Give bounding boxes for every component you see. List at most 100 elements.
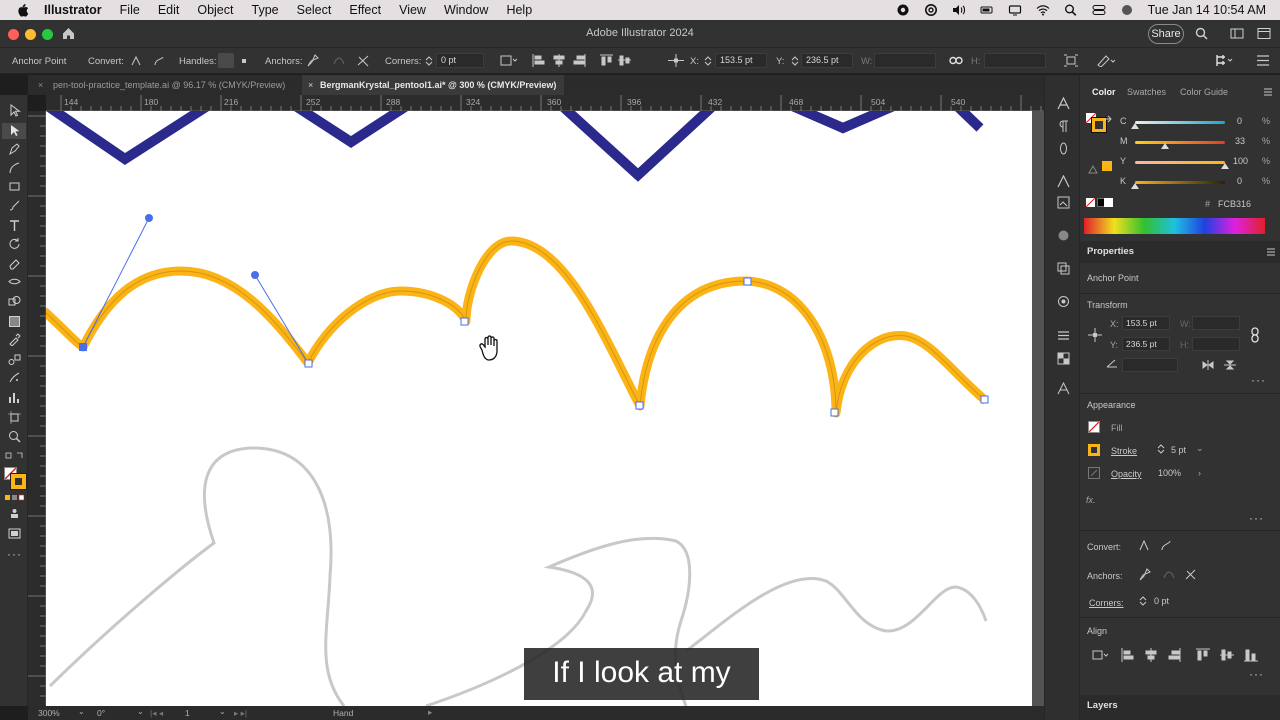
reference-point-icon[interactable]	[668, 54, 684, 67]
slider-thumb[interactable]	[1131, 183, 1139, 189]
direction-handle[interactable]	[251, 271, 259, 279]
glyphs-panel-icon[interactable]	[1057, 175, 1070, 188]
image-trace-icon[interactable]	[1057, 196, 1070, 209]
artboard-number[interactable]: 1	[185, 708, 190, 718]
battery-icon[interactable]	[980, 4, 994, 16]
yellow-value[interactable]: 100	[1233, 156, 1248, 166]
stroke-weight-value[interactable]: 5 pt	[1171, 445, 1186, 455]
fill-swatch[interactable]	[1088, 421, 1100, 433]
opacity-value[interactable]: 100%	[1158, 468, 1181, 478]
hide-handles-icon[interactable]	[238, 55, 250, 67]
apple-icon[interactable]	[16, 3, 30, 17]
align-buttons[interactable]	[1092, 648, 1268, 662]
anchor-point[interactable]	[980, 395, 989, 404]
menu-edit[interactable]: Edit	[158, 3, 180, 17]
magenta-value[interactable]: 33	[1235, 136, 1245, 146]
anchor-point[interactable]	[743, 277, 752, 286]
blend-tool-icon[interactable]	[8, 353, 21, 366]
more-options-icon[interactable]: ···	[1249, 511, 1264, 525]
status-menu-icon[interactable]: ▸	[428, 707, 432, 718]
show-handles-button[interactable]	[218, 53, 234, 68]
rotate-angle-icon[interactable]	[1106, 358, 1118, 368]
swap-fill-stroke-icon[interactable]	[5, 451, 24, 461]
slider-thumb[interactable]	[1161, 143, 1169, 149]
panel-menu-icon[interactable]	[1266, 247, 1276, 257]
rectangle-tool-icon[interactable]	[8, 180, 21, 193]
layers-panel-header[interactable]: Layers	[1080, 695, 1280, 720]
stroke-dropdown-icon[interactable]: ⌄	[1196, 443, 1204, 454]
y-stepper-icon[interactable]	[791, 55, 799, 67]
selected-anchor-point[interactable]	[79, 343, 87, 351]
anchor-point[interactable]	[830, 408, 839, 417]
search-icon[interactable]	[1064, 4, 1078, 16]
swap-icon[interactable]	[1102, 115, 1112, 123]
tab-practice-template[interactable]: × pen-tool-practice_template.ai @ 96.17 …	[28, 75, 302, 95]
corners-value[interactable]: 0 pt	[1154, 596, 1169, 606]
symbol-sprayer-icon[interactable]	[8, 371, 21, 384]
color-mode-icons[interactable]	[5, 494, 24, 502]
opentype-panel-icon[interactable]	[1057, 142, 1070, 155]
closest-color-swatch[interactable]	[1102, 161, 1112, 171]
x-field[interactable]: 153.5 pt	[1122, 316, 1170, 330]
anchor-point[interactable]	[460, 317, 469, 326]
black-value[interactable]: 0	[1237, 176, 1242, 186]
convert-corner-icon[interactable]	[1138, 539, 1150, 551]
zoom-level[interactable]: 300%	[38, 708, 60, 718]
cyan-value[interactable]: 0	[1237, 116, 1242, 126]
tab-color-guide[interactable]: Color Guide	[1180, 87, 1228, 97]
share-button[interactable]: Share	[1148, 24, 1184, 44]
menu-app-name[interactable]: Illustrator	[44, 3, 102, 17]
anchor-point[interactable]	[304, 359, 313, 368]
isolate-icon[interactable]	[1064, 54, 1078, 67]
orange-scalloped-path[interactable]	[46, 236, 989, 418]
black-slider[interactable]	[1135, 181, 1225, 184]
corners-stepper-icon[interactable]	[425, 55, 433, 67]
first-artboard-icon[interactable]: |◂ ◂	[150, 708, 163, 719]
x-field[interactable]: 153.5 pt	[715, 53, 767, 68]
transparency-panel-icon[interactable]	[1057, 352, 1070, 365]
gradient-tool-icon[interactable]	[8, 315, 21, 328]
cut-path-icon[interactable]	[1184, 568, 1197, 581]
menu-object[interactable]: Object	[197, 3, 233, 17]
menu-view[interactable]: View	[399, 3, 426, 17]
remove-anchor-icon[interactable]	[306, 54, 320, 67]
control-center-icon[interactable]	[1092, 4, 1106, 16]
stroke-swatch[interactable]	[10, 473, 27, 490]
next-artboard-icon[interactable]: ▸ ▸|	[234, 708, 247, 719]
rotate-tool-icon[interactable]	[8, 237, 21, 250]
hex-value[interactable]: FCB316	[1218, 199, 1251, 209]
gray-template-path[interactable]	[48, 446, 346, 706]
close-tab-icon[interactable]: ×	[308, 75, 313, 95]
column-graph-tool-icon[interactable]	[8, 391, 21, 404]
panel-options-icon[interactable]	[1214, 53, 1234, 68]
eraser-tool-icon[interactable]	[8, 257, 21, 270]
slider-thumb[interactable]	[1131, 123, 1139, 129]
draw-mode-icon[interactable]	[8, 507, 21, 520]
workspace-switcher-icon[interactable]	[1230, 27, 1244, 40]
recolor-icon[interactable]	[1096, 54, 1116, 67]
menu-file[interactable]: File	[120, 3, 140, 17]
flip-vertical-icon[interactable]	[1224, 360, 1236, 370]
h-field[interactable]	[984, 53, 1046, 68]
symbols-panel-icon[interactable]	[1057, 295, 1070, 308]
align-panel-icon[interactable]	[1057, 329, 1070, 342]
wifi-icon[interactable]	[1036, 4, 1050, 16]
character-panel-icon[interactable]	[1057, 97, 1070, 110]
menu-select[interactable]: Select	[297, 3, 332, 17]
tab-color[interactable]: Color	[1092, 87, 1116, 97]
constrain-proportions-icon[interactable]	[1250, 327, 1260, 343]
siri-icon[interactable]	[1120, 4, 1134, 16]
white-swatch[interactable]	[1104, 198, 1113, 207]
opacity-label[interactable]: Opacity	[1111, 469, 1142, 479]
gray-template-path[interactable]	[685, 577, 988, 653]
pen-tool-icon[interactable]	[8, 142, 21, 155]
direction-handle[interactable]	[145, 214, 153, 222]
corners-field[interactable]: 0 pt	[436, 53, 484, 68]
align-to-icon[interactable]	[500, 54, 518, 67]
menu-window[interactable]: Window	[444, 3, 488, 17]
paragraph-panel-icon[interactable]	[1057, 120, 1070, 133]
close-tab-icon[interactable]: ×	[38, 75, 43, 95]
constrain-proportions-icon[interactable]	[949, 54, 963, 67]
effects-button[interactable]: fx.	[1086, 495, 1096, 505]
record-icon[interactable]	[896, 4, 910, 16]
